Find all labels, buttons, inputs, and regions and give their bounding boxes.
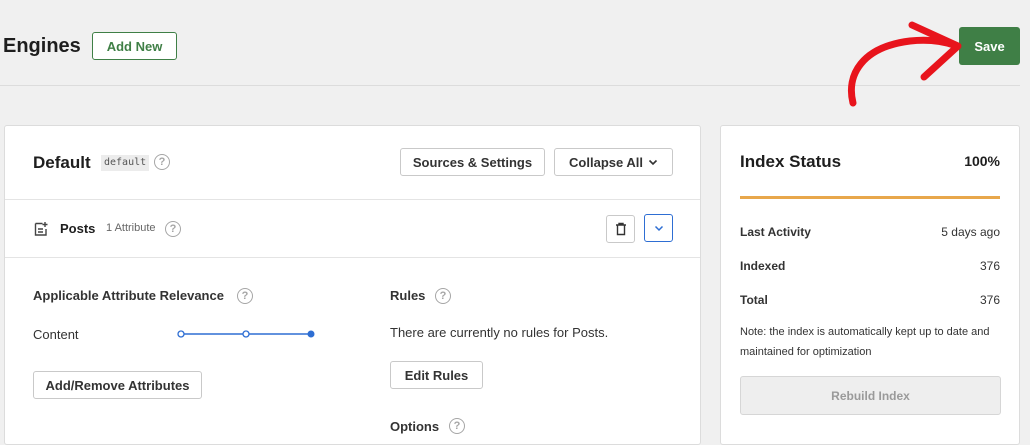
help-icon[interactable]: ? xyxy=(237,288,253,304)
chevron-down-icon xyxy=(648,159,658,166)
stat-label-last-activity: Last Activity xyxy=(740,225,811,239)
attribute-count: 1 Attribute xyxy=(106,222,156,234)
page-title: Engines xyxy=(3,35,81,57)
rules-empty-text: There are currently no rules for Posts. xyxy=(390,325,609,340)
relevance-title: Applicable Attribute Relevance xyxy=(33,288,224,303)
help-icon[interactable]: ? xyxy=(165,221,181,237)
stat-value-indexed: 376 xyxy=(979,259,1000,273)
help-icon[interactable]: ? xyxy=(154,154,170,170)
engine-slug: default xyxy=(101,155,150,171)
engine-name: Default xyxy=(33,153,91,172)
save-button[interactable]: Save xyxy=(959,27,1020,65)
expand-source-button[interactable] xyxy=(644,214,673,242)
collapse-all-button[interactable]: Collapse All xyxy=(554,148,673,176)
help-icon[interactable]: ? xyxy=(435,288,451,304)
engine-header: Default default ? Sources & Settings Col… xyxy=(5,126,700,200)
attribute-label: Content xyxy=(33,327,79,342)
trash-icon xyxy=(615,222,626,236)
index-status-title: Index Status xyxy=(740,152,842,171)
index-note: Note: the index is automatically kept up… xyxy=(740,326,990,358)
index-progress-bar xyxy=(740,196,1000,199)
stat-label-indexed: Indexed xyxy=(740,259,786,273)
options-title: Options xyxy=(390,419,440,434)
help-icon[interactable]: ? xyxy=(449,418,465,434)
engine-card: Default default ? Sources & Settings Col… xyxy=(4,125,701,445)
index-status-card: Index Status 100% Last Activity 5 days a… xyxy=(720,125,1020,445)
edit-rules-button[interactable]: Edit Rules xyxy=(390,361,483,389)
relevance-slider[interactable] xyxy=(175,327,320,341)
collapse-all-label: Collapse All xyxy=(569,154,643,170)
source-row-posts: Posts 1 Attribute ? xyxy=(5,200,700,258)
red-arrow-icon xyxy=(848,21,962,107)
stat-value-total: 376 xyxy=(979,293,1000,307)
stat-value-last-activity: 5 days ago xyxy=(941,225,1000,239)
source-label: Posts xyxy=(60,221,96,236)
index-progress-fill xyxy=(740,196,1000,199)
sources-settings-button[interactable]: Sources & Settings xyxy=(400,148,545,176)
add-new-button[interactable]: Add New xyxy=(92,32,177,60)
delete-source-button[interactable] xyxy=(606,215,635,243)
stat-label-total: Total xyxy=(740,293,768,307)
add-remove-attributes-button[interactable]: Add/Remove Attributes xyxy=(33,371,202,399)
chevron-down-icon xyxy=(654,225,663,232)
rules-title: Rules xyxy=(390,288,426,303)
document-plus-icon xyxy=(34,222,48,236)
rebuild-index-button[interactable]: Rebuild Index xyxy=(740,376,1001,415)
index-percent: 100% xyxy=(964,153,1000,169)
